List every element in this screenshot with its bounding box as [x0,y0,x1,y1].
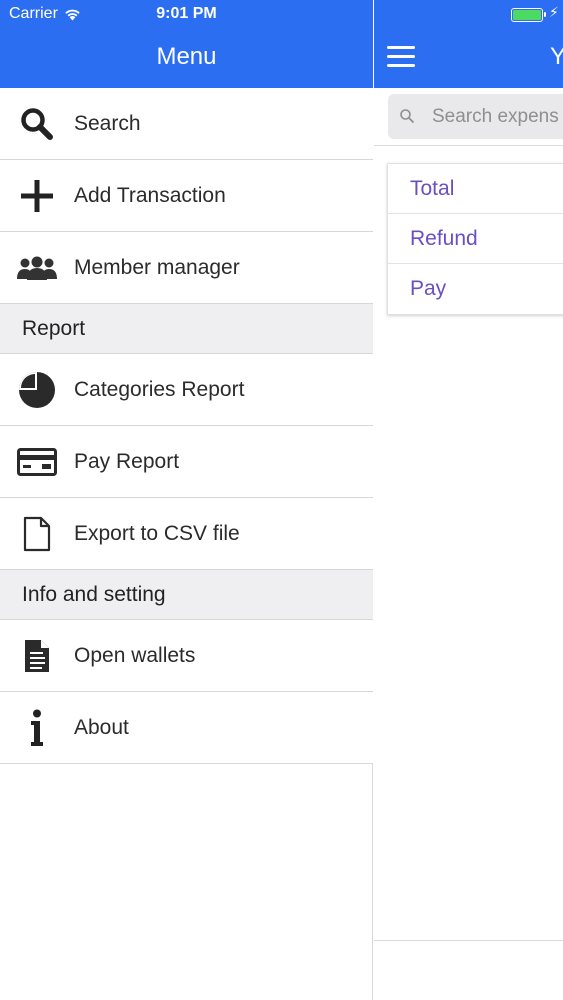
main-content: ⚡ Y Search expens Total Refund Pay [374,0,563,1000]
search-placeholder: Search expens [432,106,559,127]
menu-item-pay-report[interactable]: Pay Report [0,426,373,498]
menu-item-label: Open wallets [74,643,196,667]
menu-item-label: Search [74,111,141,135]
menu-item-label: Export to CSV file [74,521,240,545]
side-drawer: Carrier 9:01 PM Menu Search Add Transact… [0,0,373,1000]
menu-item-label: Add Transaction [74,183,226,207]
section-header-info-and-setting: Info and setting [0,570,373,620]
search-bar: Search expens [374,88,563,146]
battery-icon [511,8,546,22]
summary-row-total[interactable]: Total [388,164,563,214]
menu-item-label: About [74,715,129,739]
menu-item-open-wallets[interactable]: Open wallets [0,620,373,692]
search-icon [16,103,58,145]
menu-item-export-csv[interactable]: Export to CSV file [0,498,373,570]
summary-row-pay[interactable]: Pay [388,264,563,314]
drawer-header: Carrier 9:01 PM Menu [0,0,373,88]
info-icon [16,707,58,749]
menu-item-search[interactable]: Search [0,88,373,160]
menu-item-add-transaction[interactable]: Add Transaction [0,160,373,232]
summary-card: Total Refund Pay [387,163,563,315]
document-icon [16,635,58,677]
drawer-title: Menu [156,43,217,70]
plus-icon [16,175,58,217]
hamburger-menu-icon[interactable] [387,46,415,68]
menu-item-label: Categories Report [74,377,245,401]
credit-card-icon [16,441,58,483]
status-time: 9:01 PM [156,5,217,22]
pie-chart-icon [16,369,58,411]
search-icon [400,109,414,123]
footer-divider [374,940,563,941]
menu-item-about[interactable]: About [0,692,373,764]
menu-item-categories-report[interactable]: Categories Report [0,354,373,426]
charging-bolt-icon: ⚡ [549,4,559,20]
menu-item-member-manager[interactable]: Member manager [0,232,373,304]
content-title: Y [550,43,563,70]
file-icon [16,513,58,555]
section-header-report: Report [0,304,373,354]
users-icon [16,247,58,289]
content-header: ⚡ Y [374,0,563,88]
menu-item-label: Member manager [74,255,240,279]
drawer-menu: Search Add Transaction Member manager Re… [0,88,373,764]
search-input[interactable]: Search expens [388,94,563,139]
summary-row-refund[interactable]: Refund [388,214,563,264]
menu-item-label: Pay Report [74,449,180,473]
